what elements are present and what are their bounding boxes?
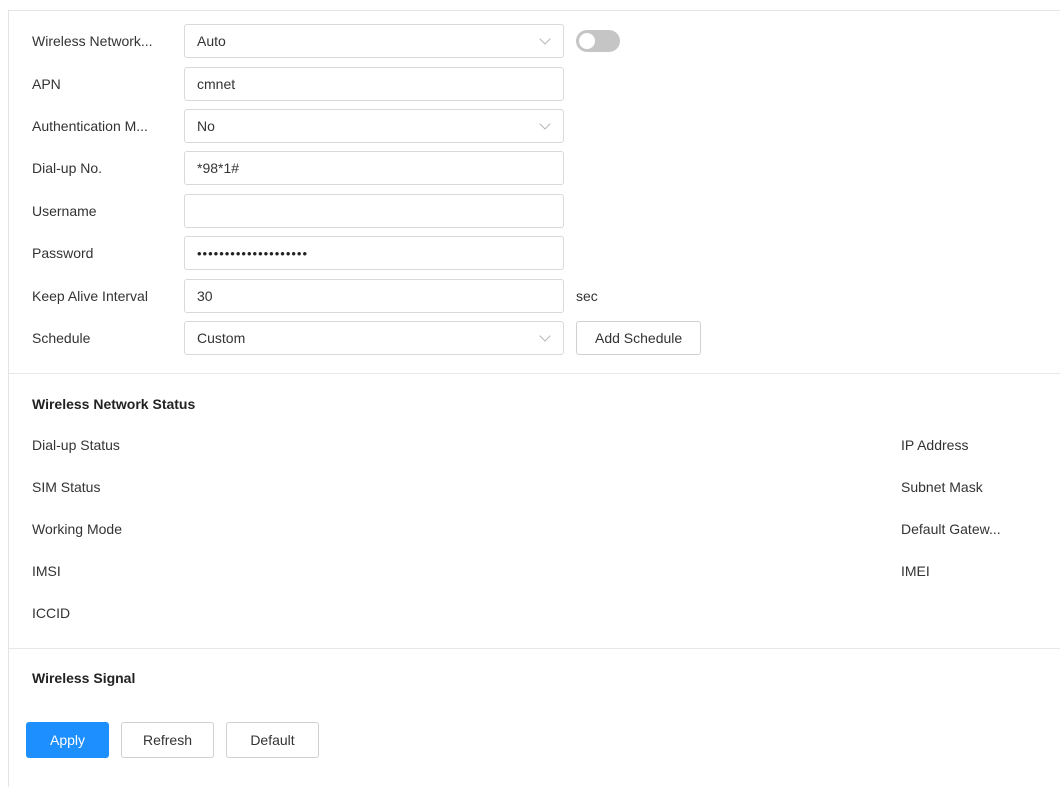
- default-gateway-label: Default Gatew...: [901, 521, 1001, 537]
- username-row: Username: [32, 194, 564, 228]
- dialup-value: *98*1#: [197, 160, 240, 176]
- status-section-title: Wireless Network Status: [32, 396, 196, 412]
- add-schedule-button[interactable]: Add Schedule: [576, 321, 702, 355]
- password-input[interactable]: ••••••••••••••••••••: [184, 236, 564, 270]
- auth-mode-select[interactable]: No: [184, 109, 564, 143]
- working-mode-label: Working Mode: [32, 521, 123, 537]
- dialup-input[interactable]: *98*1#: [184, 151, 564, 185]
- default-button[interactable]: Default: [226, 722, 319, 758]
- toggle-knob: [579, 33, 595, 49]
- page: Wireless Network... Auto APN cmnet Authe…: [0, 0, 1060, 787]
- password-label: Password: [32, 245, 94, 261]
- frame-top-border: [8, 10, 1060, 11]
- password-value: ••••••••••••••••••••: [197, 245, 309, 261]
- username-input[interactable]: [184, 194, 564, 228]
- auth-mode-row: Authentication M... No: [32, 109, 564, 143]
- imei-label: IMEI: [901, 563, 930, 579]
- wireless-network-value: Auto: [197, 33, 226, 49]
- auth-mode-label: Authentication M...: [32, 118, 148, 134]
- schedule-select[interactable]: Custom: [184, 321, 564, 355]
- signal-section-title: Wireless Signal: [32, 670, 136, 686]
- keep-alive-input[interactable]: 30: [184, 279, 564, 313]
- wireless-network-label: Wireless Network...: [32, 33, 153, 49]
- apn-row: APN cmnet: [32, 67, 564, 101]
- subnet-mask-label: Subnet Mask: [901, 479, 983, 495]
- apply-button[interactable]: Apply: [26, 722, 109, 758]
- iccid-label: ICCID: [32, 605, 71, 621]
- section-divider: [9, 648, 1060, 649]
- imsi-label: IMSI: [32, 563, 61, 579]
- apn-input[interactable]: cmnet: [184, 67, 564, 101]
- wireless-network-toggle[interactable]: [576, 30, 620, 52]
- schedule-label: Schedule: [32, 330, 91, 346]
- keep-alive-label: Keep Alive Interval: [32, 288, 148, 304]
- refresh-button[interactable]: Refresh: [121, 722, 214, 758]
- apn-value: cmnet: [197, 76, 236, 92]
- keep-alive-value: 30: [197, 288, 213, 304]
- username-label: Username: [32, 203, 97, 219]
- keep-alive-row: Keep Alive Interval 30 sec: [32, 279, 598, 313]
- wireless-network-row: Wireless Network... Auto: [32, 24, 620, 58]
- password-row: Password ••••••••••••••••••••: [32, 236, 564, 270]
- sim-status-label: SIM Status: [32, 479, 101, 495]
- keep-alive-unit: sec: [576, 288, 598, 304]
- schedule-row: Schedule Custom Add Schedule: [32, 321, 702, 355]
- schedule-value: Custom: [197, 330, 246, 346]
- dialup-row: Dial-up No. *98*1#: [32, 151, 564, 185]
- apn-label: APN: [32, 76, 61, 92]
- chevron-down-icon: [539, 33, 551, 45]
- ip-address-label: IP Address: [901, 437, 969, 453]
- chevron-down-icon: [539, 330, 551, 342]
- frame-left-border: [8, 10, 9, 787]
- section-divider: [9, 373, 1060, 374]
- dialup-label: Dial-up No.: [32, 160, 103, 176]
- chevron-down-icon: [539, 118, 551, 130]
- auth-mode-value: No: [197, 118, 215, 134]
- wireless-network-select[interactable]: Auto: [184, 24, 564, 58]
- dialup-status-label: Dial-up Status: [32, 437, 120, 453]
